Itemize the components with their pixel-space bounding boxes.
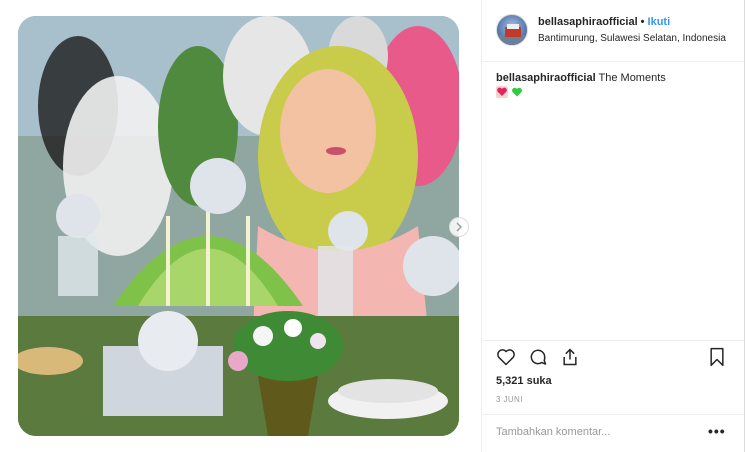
likes-count[interactable]: 5,321 suka bbox=[496, 375, 552, 387]
avatar[interactable] bbox=[496, 14, 528, 46]
panel-divider bbox=[481, 0, 482, 452]
photo-illustration bbox=[18, 16, 459, 436]
red-heart-icon bbox=[496, 86, 508, 98]
heart-icon[interactable] bbox=[496, 347, 516, 367]
comment-input[interactable] bbox=[496, 426, 696, 438]
caption: bellasaphiraofficial The Moments bbox=[496, 72, 666, 84]
actions-divider bbox=[482, 340, 745, 341]
separator-dot: • bbox=[640, 16, 645, 28]
post-header: bellasaphiraofficial • Ikuti Bantimurung, … bbox=[482, 0, 745, 62]
comment-bar: ••• bbox=[482, 414, 745, 452]
share-icon[interactable] bbox=[560, 347, 580, 367]
more-options-button[interactable]: ••• bbox=[708, 423, 726, 439]
green-heart-icon bbox=[512, 87, 522, 97]
action-icons bbox=[496, 347, 580, 367]
caption-emojis bbox=[496, 86, 523, 98]
caption-username[interactable]: bellasaphiraofficial bbox=[496, 72, 596, 84]
comment-icon[interactable] bbox=[528, 347, 548, 367]
next-slide-button[interactable] bbox=[449, 217, 469, 237]
bookmark-icon[interactable] bbox=[707, 347, 727, 367]
post-date: 3 JUNI bbox=[496, 395, 523, 404]
avatar-image-icon bbox=[497, 24, 527, 45]
chevron-right-icon bbox=[456, 222, 462, 232]
location-link[interactable]: Bantimurung, Sulawesi Selatan, Indonesia bbox=[538, 33, 726, 44]
follow-button[interactable]: Ikuti bbox=[648, 16, 671, 28]
post-username-line: bellasaphiraofficial • Ikuti bbox=[538, 16, 670, 28]
caption-text: The Moments bbox=[598, 72, 666, 84]
username-link[interactable]: bellasaphiraofficial bbox=[538, 16, 638, 28]
post-photo[interactable] bbox=[18, 16, 459, 436]
